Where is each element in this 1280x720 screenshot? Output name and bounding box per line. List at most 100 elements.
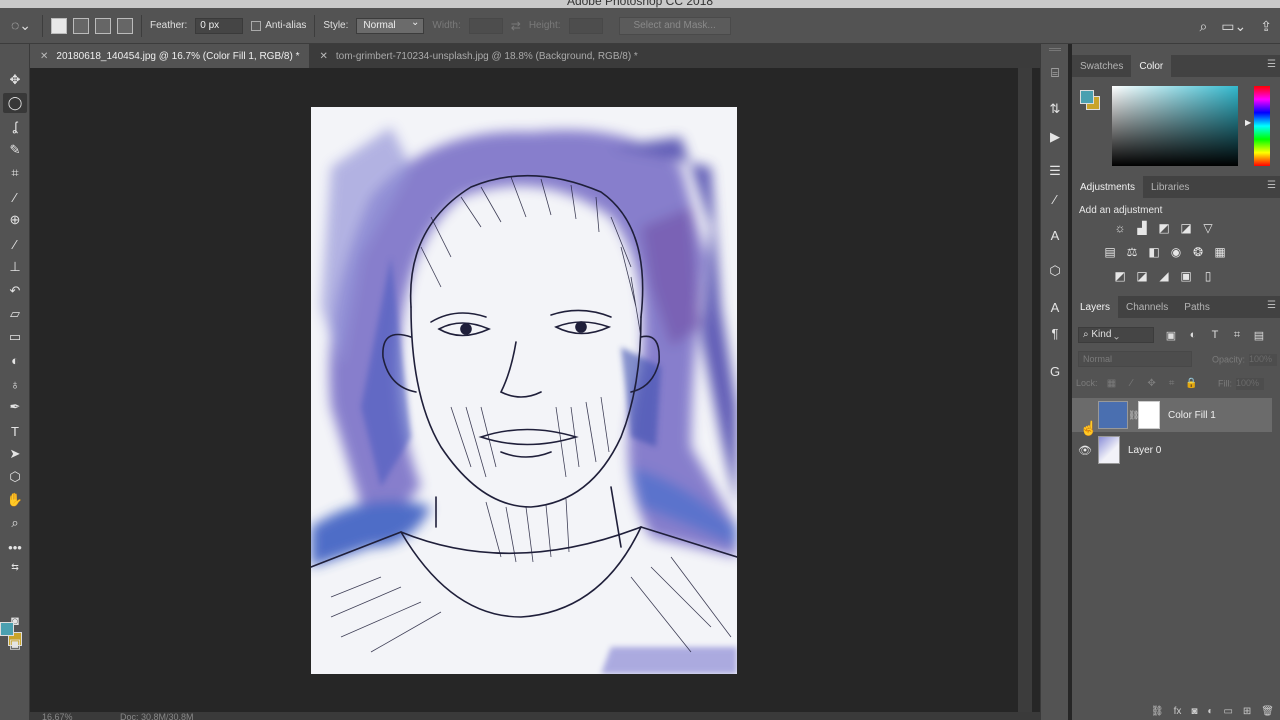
lock-artboard-icon[interactable]: ⌗ — [1166, 377, 1178, 389]
brightness-icon[interactable]: ☼ — [1112, 220, 1128, 236]
character-icon[interactable]: A — [1045, 298, 1065, 316]
color-field[interactable] — [1112, 86, 1267, 166]
history-icon[interactable]: ⌸ — [1045, 64, 1065, 82]
move-icon[interactable]: ✥ — [3, 70, 27, 90]
type-filter-icon[interactable]: T — [1208, 327, 1222, 343]
screen-mode-icon[interactable]: ▣ — [3, 634, 27, 654]
document-canvas[interactable] — [311, 107, 737, 674]
history-brush-icon[interactable]: ↶ — [3, 281, 27, 301]
lock-image-icon[interactable]: ∕ — [1126, 377, 1138, 389]
close-icon[interactable]: ✕ — [319, 51, 327, 62]
new-adjustment-icon[interactable]: ◐ — [1207, 706, 1213, 720]
actions-icon[interactable]: ⇅ — [1045, 100, 1065, 118]
tab-layers[interactable]: Layers — [1072, 296, 1119, 318]
black-white-icon[interactable]: ◧ — [1146, 244, 1162, 260]
panel-menu-icon[interactable]: ☰ — [1267, 300, 1276, 311]
search-icon[interactable]: ⌕ — [1199, 8, 1207, 44]
fx-icon[interactable]: fx — [1174, 706, 1182, 720]
shape-filter-icon[interactable]: ⌗ — [1230, 327, 1244, 343]
layer-mask-thumbnail[interactable] — [1138, 401, 1160, 429]
tab-swatches[interactable]: Swatches — [1072, 55, 1131, 77]
eyedropper-icon[interactable]: ⁄ — [3, 187, 27, 207]
lock-transparent-icon[interactable]: ▦ — [1106, 377, 1118, 389]
gradient-map-icon[interactable]: ▣ — [1178, 268, 1194, 284]
fill-control[interactable]: Fill: 100% — [1218, 378, 1264, 390]
eye-icon[interactable]: 👁 — [1072, 433, 1098, 467]
strip-handle[interactable] — [1049, 48, 1061, 51]
posterize-icon[interactable]: ◪ — [1134, 268, 1150, 284]
color-balance-icon[interactable]: ⚖ — [1124, 244, 1140, 260]
tab-document-1[interactable]: ✕ 20180618_140454.jpg @ 16.7% (Color Fil… — [30, 44, 310, 68]
hue-saturation-icon[interactable]: ▤ — [1102, 244, 1118, 260]
style-dropdown[interactable]: Normal — [356, 16, 425, 34]
curves-icon[interactable]: ◩ — [1156, 220, 1172, 236]
zoom-icon[interactable]: ⌕ — [3, 513, 27, 533]
channel-mixer-icon[interactable]: ❂ — [1190, 244, 1206, 260]
opacity-control[interactable]: Opacity: 100% — [1212, 354, 1278, 366]
pixel-filter-icon[interactable]: ▣ — [1164, 327, 1178, 343]
properties-icon[interactable]: ☰ — [1045, 162, 1065, 180]
layer-row-layer-0[interactable]: 👁 Layer 0 — [1072, 433, 1272, 467]
workspace-icon[interactable]: ▭⌄ — [1221, 8, 1246, 44]
crop-icon[interactable]: ⌗ — [3, 163, 27, 183]
photo-filter-icon[interactable]: ◉ — [1168, 244, 1184, 260]
dodge-icon[interactable]: ♁ — [3, 374, 27, 394]
marquee-icon[interactable]: ◯ — [3, 93, 27, 113]
healing-icon[interactable]: ⊕ — [3, 210, 27, 230]
trash-icon[interactable]: 🗑 — [1261, 706, 1274, 720]
gradient-icon[interactable]: ▭ — [3, 327, 27, 347]
panel-menu-icon[interactable]: ☰ — [1267, 180, 1276, 191]
selective-color-icon[interactable]: ▯ — [1200, 268, 1216, 284]
antialias-checkbox[interactable]: Anti-alias — [251, 20, 306, 31]
adjustment-filter-icon[interactable]: ◐ — [1186, 327, 1200, 343]
checkbox-box[interactable] — [251, 20, 262, 31]
blend-mode-dropdown[interactable]: Normal — [1078, 351, 1192, 367]
share-icon[interactable]: ⇪ — [1260, 8, 1272, 44]
vertical-scrollbar[interactable] — [1018, 68, 1032, 712]
link-icon[interactable]: ⛓ — [1128, 410, 1139, 421]
width-input[interactable] — [468, 17, 503, 34]
more-icon[interactable]: ••• — [3, 537, 27, 557]
stamp-icon[interactable]: ⊥ — [3, 257, 27, 277]
path-select-icon[interactable]: ➤ — [3, 444, 27, 464]
layer-filter-kind[interactable]: ⌕ Kind ⌄ — [1078, 327, 1154, 343]
invert-icon[interactable]: ◩ — [1112, 268, 1128, 284]
3d-icon[interactable]: ⬡ — [1045, 262, 1065, 280]
lock-all-icon[interactable]: 🔒 — [1185, 377, 1197, 389]
tab-document-2[interactable]: ✕ tom-grimbert-710234-unsplash.jpg @ 18.… — [309, 44, 647, 68]
cc-icon[interactable]: G — [1045, 362, 1065, 380]
color-lookup-icon[interactable]: ▦ — [1212, 244, 1228, 260]
type-icon[interactable]: T — [3, 421, 27, 441]
subtract-selection-button[interactable] — [95, 17, 111, 34]
quick-select-icon[interactable]: ✎ — [3, 140, 27, 160]
vibrance-icon[interactable]: ▽ — [1200, 220, 1216, 236]
feather-input[interactable]: 0 px — [195, 17, 244, 34]
close-icon[interactable]: ✕ — [40, 51, 48, 62]
new-group-icon[interactable]: ▭ — [1223, 706, 1232, 720]
tab-color[interactable]: Color — [1131, 55, 1172, 77]
pen-icon[interactable]: ✒ — [3, 397, 27, 417]
brush-icon[interactable]: ∕ — [3, 234, 27, 254]
levels-icon[interactable]: ▟ — [1134, 220, 1150, 236]
swap-icon[interactable]: ⇄ — [511, 19, 521, 33]
select-and-mask-button[interactable]: Select and Mask... — [618, 16, 731, 35]
add-selection-button[interactable] — [73, 17, 89, 34]
foreground-color-swatch[interactable] — [1080, 90, 1094, 104]
foreground-color-swatch[interactable] — [0, 622, 14, 636]
tab-libraries[interactable]: Libraries — [1143, 176, 1197, 198]
panel-menu-icon[interactable]: ☰ — [1267, 59, 1276, 70]
swap-colors-icon[interactable]: ⇆ — [3, 557, 27, 577]
fill-value[interactable]: 100% — [1236, 378, 1264, 390]
opacity-value[interactable]: 100% — [1249, 354, 1278, 366]
eraser-icon[interactable]: ▱ — [3, 304, 27, 324]
height-input[interactable] — [568, 17, 603, 34]
play-icon[interactable]: ▶ — [1045, 128, 1065, 146]
hue-slider[interactable] — [1254, 86, 1270, 166]
paragraph-icon[interactable]: ¶ — [1045, 324, 1065, 342]
character-style-icon[interactable]: A — [1045, 226, 1065, 244]
new-layer-icon[interactable]: ⊞ — [1243, 706, 1251, 720]
intersect-selection-button[interactable] — [117, 17, 133, 34]
tab-adjustments[interactable]: Adjustments — [1072, 176, 1144, 198]
new-selection-button[interactable] — [51, 17, 67, 34]
tool-preset-picker[interactable]: ◌⌄ — [8, 15, 34, 37]
